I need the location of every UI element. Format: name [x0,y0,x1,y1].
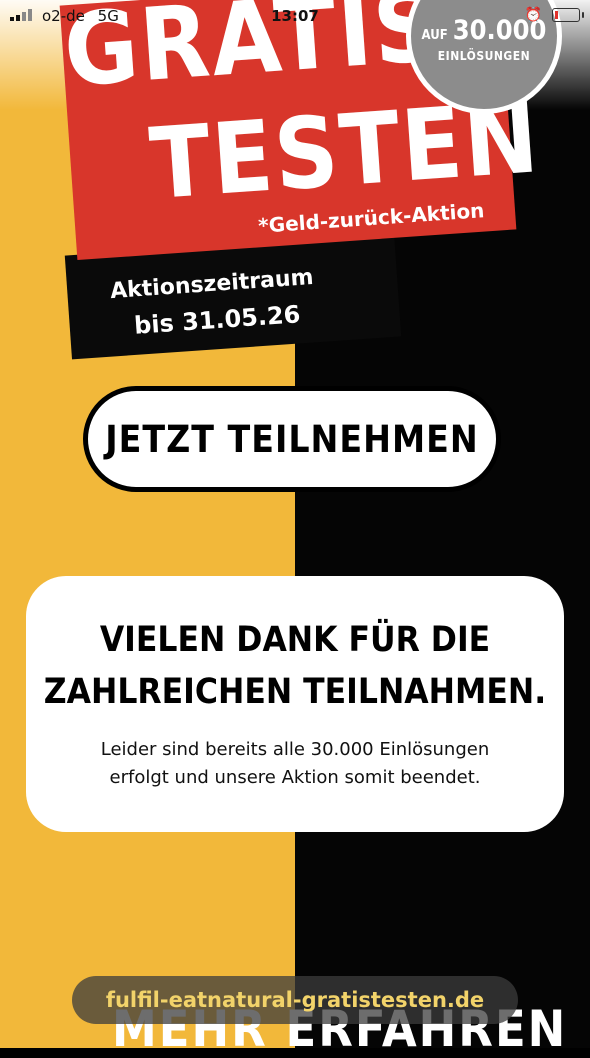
url-text: fulfil-eatnatural-gratistesten.de [105,988,485,1012]
thank-you-card: VIELEN DANK FÜR DIE ZAHLREICHEN TEILNAHM… [26,576,564,832]
status-time: 13:07 [271,7,319,25]
browser-url-bar[interactable]: fulfil-eatnatural-gratistesten.de [72,976,518,1024]
status-bar: o2-de 5G 13:07 ⏰ [0,0,590,34]
battery-icon [552,8,584,22]
badge-label: EINLÖSUNGEN [437,49,531,63]
card-title-line2: ZAHLREICHEN TEILNAHMEN. [43,672,547,712]
participate-button[interactable]: JETZT TEILNEHMEN [83,386,501,492]
card-text: Leider sind bereits alle 30.000 Einlösun… [26,736,564,792]
card-text-line1: Leider sind bereits alle 30.000 Einlösun… [100,739,490,760]
card-title-line1: VIELEN DANK FÜR DIE [99,620,491,660]
alarm-icon: ⏰ [524,7,542,23]
card-title: VIELEN DANK FÜR DIE ZAHLREICHEN TEILNAHM… [26,614,564,718]
card-text-line2: erfolgt und unsere Aktion somit beendet. [109,767,481,788]
